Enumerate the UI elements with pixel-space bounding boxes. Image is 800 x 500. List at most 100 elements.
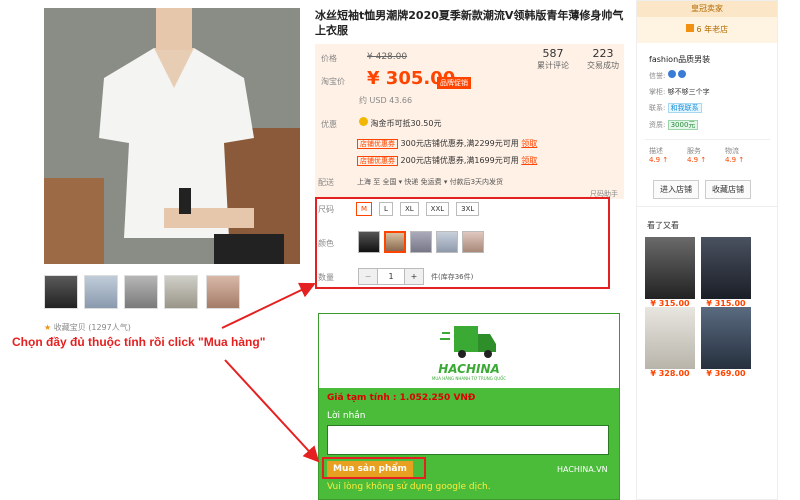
size-options: M L XL XXL 3XL bbox=[356, 202, 480, 216]
coupon-row-2: 店铺优惠券 200元店铺优惠券,满1699元可用 领取 bbox=[357, 155, 537, 166]
also-viewed-item[interactable]: ¥ 328.00 bbox=[645, 307, 695, 378]
also-viewed-thumb bbox=[645, 237, 695, 299]
size-option-3xl[interactable]: 3XL bbox=[456, 202, 480, 216]
hachina-logo-text: HACHINA bbox=[438, 362, 500, 376]
message-input[interactable] bbox=[327, 425, 609, 455]
contact-row: 联系: 和我联系 bbox=[649, 103, 702, 113]
review-label: 累计评论 bbox=[537, 61, 569, 70]
also-viewed-thumb bbox=[701, 307, 751, 369]
price-badge: 品牌促销 bbox=[437, 77, 471, 89]
thumbnail-4[interactable] bbox=[164, 275, 198, 309]
also-viewed-price: ¥ 328.00 bbox=[650, 369, 690, 378]
shop-name[interactable]: fashion品质男装 bbox=[649, 54, 710, 65]
also-viewed-title: 看了又看 bbox=[647, 221, 679, 230]
promo-main: 淘金币可抵30.50元 bbox=[359, 117, 441, 129]
seller-rank-badge: 皇冠卖家 bbox=[637, 1, 777, 17]
rating-label: 服务 bbox=[687, 147, 701, 155]
product-title: 冰丝短袖t恤男潮牌2020夏季新款潮流V领韩版青年薄修身帅气上衣服 bbox=[315, 9, 624, 37]
also-viewed-item[interactable]: ¥ 315.00 bbox=[701, 237, 751, 308]
shipping-label: 配送 bbox=[318, 178, 334, 187]
stock-text: 件(库存36件) bbox=[431, 273, 474, 281]
contact-seller-button[interactable]: 和我联系 bbox=[667, 103, 702, 113]
size-option-m[interactable]: M bbox=[356, 202, 373, 216]
rating-description: 描述 4.9 ↑ bbox=[649, 146, 668, 164]
coupon-tag: 店铺优惠券 bbox=[357, 139, 398, 149]
quantity-plus-button[interactable]: + bbox=[405, 269, 423, 284]
rating-label: 描述 bbox=[649, 147, 663, 155]
credit-label: 信誉: bbox=[649, 72, 666, 80]
deposit-row: 资质: 3000元 bbox=[649, 120, 699, 130]
hachina-logo-subtitle: MUA HÀNG NHANH TỪ TRUNG QUỐC bbox=[431, 376, 507, 381]
enter-shop-button[interactable]: 进入店铺 bbox=[653, 180, 699, 199]
shop-years-text: 6 年老店 bbox=[696, 25, 729, 34]
also-viewed-item[interactable]: ¥ 369.00 bbox=[701, 307, 751, 378]
estimated-price: Giá tạm tính : 1.052.250 VNĐ bbox=[327, 393, 476, 403]
shop-years-icon bbox=[685, 24, 694, 32]
shipping-text[interactable]: 上海 至 全国 ▾ 快递 免运费 ▾ 付款后3天内发货 bbox=[357, 177, 503, 187]
promo-label: 优惠 bbox=[321, 120, 337, 129]
promo-main-text: 淘金币可抵30.50元 bbox=[370, 119, 442, 128]
deposit-label: 资质: bbox=[649, 121, 666, 129]
coupon-claim-link[interactable]: 领取 bbox=[521, 139, 537, 148]
boss-value: 够不够三个字 bbox=[667, 88, 710, 96]
boss-row: 掌柜: 够不够三个字 bbox=[649, 87, 710, 97]
crown-icon bbox=[667, 70, 676, 78]
original-price: ¥ 428.00 bbox=[367, 52, 408, 62]
crown-icon bbox=[677, 70, 686, 78]
arrow-to-buy-button bbox=[224, 359, 320, 463]
also-viewed-thumb bbox=[645, 307, 695, 369]
price-label: 价格 bbox=[321, 54, 337, 63]
thumbnail-5[interactable] bbox=[206, 275, 240, 309]
thumbnail-2[interactable] bbox=[84, 275, 118, 309]
rating-service: 服务 4.9 ↑ bbox=[687, 146, 706, 164]
color-swatch-selected[interactable] bbox=[384, 231, 406, 253]
favorite-item-link[interactable]: ★ 收藏宝贝 (1297人气) bbox=[44, 322, 131, 333]
coupon-claim-link[interactable]: 领取 bbox=[521, 156, 537, 165]
hachina-order-panel: HACHINA MUA HÀNG NHANH TỪ TRUNG QUỐC Giá… bbox=[318, 313, 620, 500]
review-count: 587 bbox=[542, 47, 564, 60]
credit-row: 信誉: bbox=[649, 70, 686, 81]
sold-label: 交易成功 bbox=[587, 61, 619, 70]
rating-logistics: 物流 4.9 ↑ bbox=[725, 146, 744, 164]
buy-product-button[interactable]: Mua sản phẩm bbox=[327, 461, 413, 477]
color-swatch-black[interactable] bbox=[358, 231, 380, 253]
main-product-photo[interactable] bbox=[44, 8, 300, 264]
no-translate-warning: Vui lòng không sử dụng google dịch. bbox=[327, 482, 491, 492]
favorite-shop-button[interactable]: 收藏店铺 bbox=[705, 180, 751, 199]
rating-label: 物流 bbox=[725, 147, 739, 155]
color-swatch-blue[interactable] bbox=[436, 231, 458, 253]
rating-value: 4.9 ↑ bbox=[687, 156, 707, 164]
hachina-logo-area: HACHINA MUA HÀNG NHANH TỪ TRUNG QUỐC bbox=[319, 314, 619, 388]
coupon-row-1: 店铺优惠券 300元店铺优惠券,满2299元可用 领取 bbox=[357, 138, 537, 149]
coin-icon bbox=[359, 117, 368, 126]
size-option-l[interactable]: L bbox=[379, 202, 393, 216]
shop-years: 6 年老店 bbox=[637, 17, 777, 43]
usd-price: 约 USD 43.66 bbox=[359, 96, 413, 105]
boss-label: 掌柜: bbox=[649, 88, 666, 96]
coupon-text: 300元店铺优惠券,满2299元可用 bbox=[400, 139, 519, 148]
color-swatch-pink[interactable] bbox=[462, 231, 484, 253]
sold-count-stat[interactable]: 223 交易成功 bbox=[587, 47, 619, 71]
quantity-minus-button[interactable]: − bbox=[359, 269, 377, 284]
message-label: Lời nhắn bbox=[327, 411, 366, 421]
color-swatch-grey[interactable] bbox=[410, 231, 432, 253]
size-option-xl[interactable]: XL bbox=[399, 202, 419, 216]
thumbnail-3[interactable] bbox=[124, 275, 158, 309]
coupon-text: 200元店铺优惠券,满1699元可用 bbox=[400, 156, 519, 165]
taobao-price-label: 淘宝价 bbox=[321, 77, 345, 86]
also-viewed-item[interactable]: ¥ 315.00 bbox=[645, 237, 695, 308]
sold-count: 223 bbox=[592, 47, 614, 60]
coupon-tag: 店铺优惠券 bbox=[357, 156, 398, 166]
also-viewed-thumb bbox=[701, 237, 751, 299]
size-option-xxl[interactable]: XXL bbox=[425, 202, 450, 216]
size-label: 尺码 bbox=[318, 205, 334, 214]
star-icon: ★ bbox=[44, 323, 52, 332]
review-count-stat[interactable]: 587 累计评论 bbox=[537, 47, 569, 71]
quantity-input[interactable]: 1 bbox=[377, 269, 405, 284]
deposit-badge: 3000元 bbox=[667, 120, 699, 130]
instruction-annotation: Chọn đầy đủ thuộc tính rồi click "Mua hà… bbox=[12, 335, 266, 349]
rating-value: 4.9 ↑ bbox=[725, 156, 745, 164]
divider bbox=[637, 206, 777, 207]
thumbnail-1[interactable] bbox=[44, 275, 78, 309]
truck-icon bbox=[440, 326, 496, 358]
